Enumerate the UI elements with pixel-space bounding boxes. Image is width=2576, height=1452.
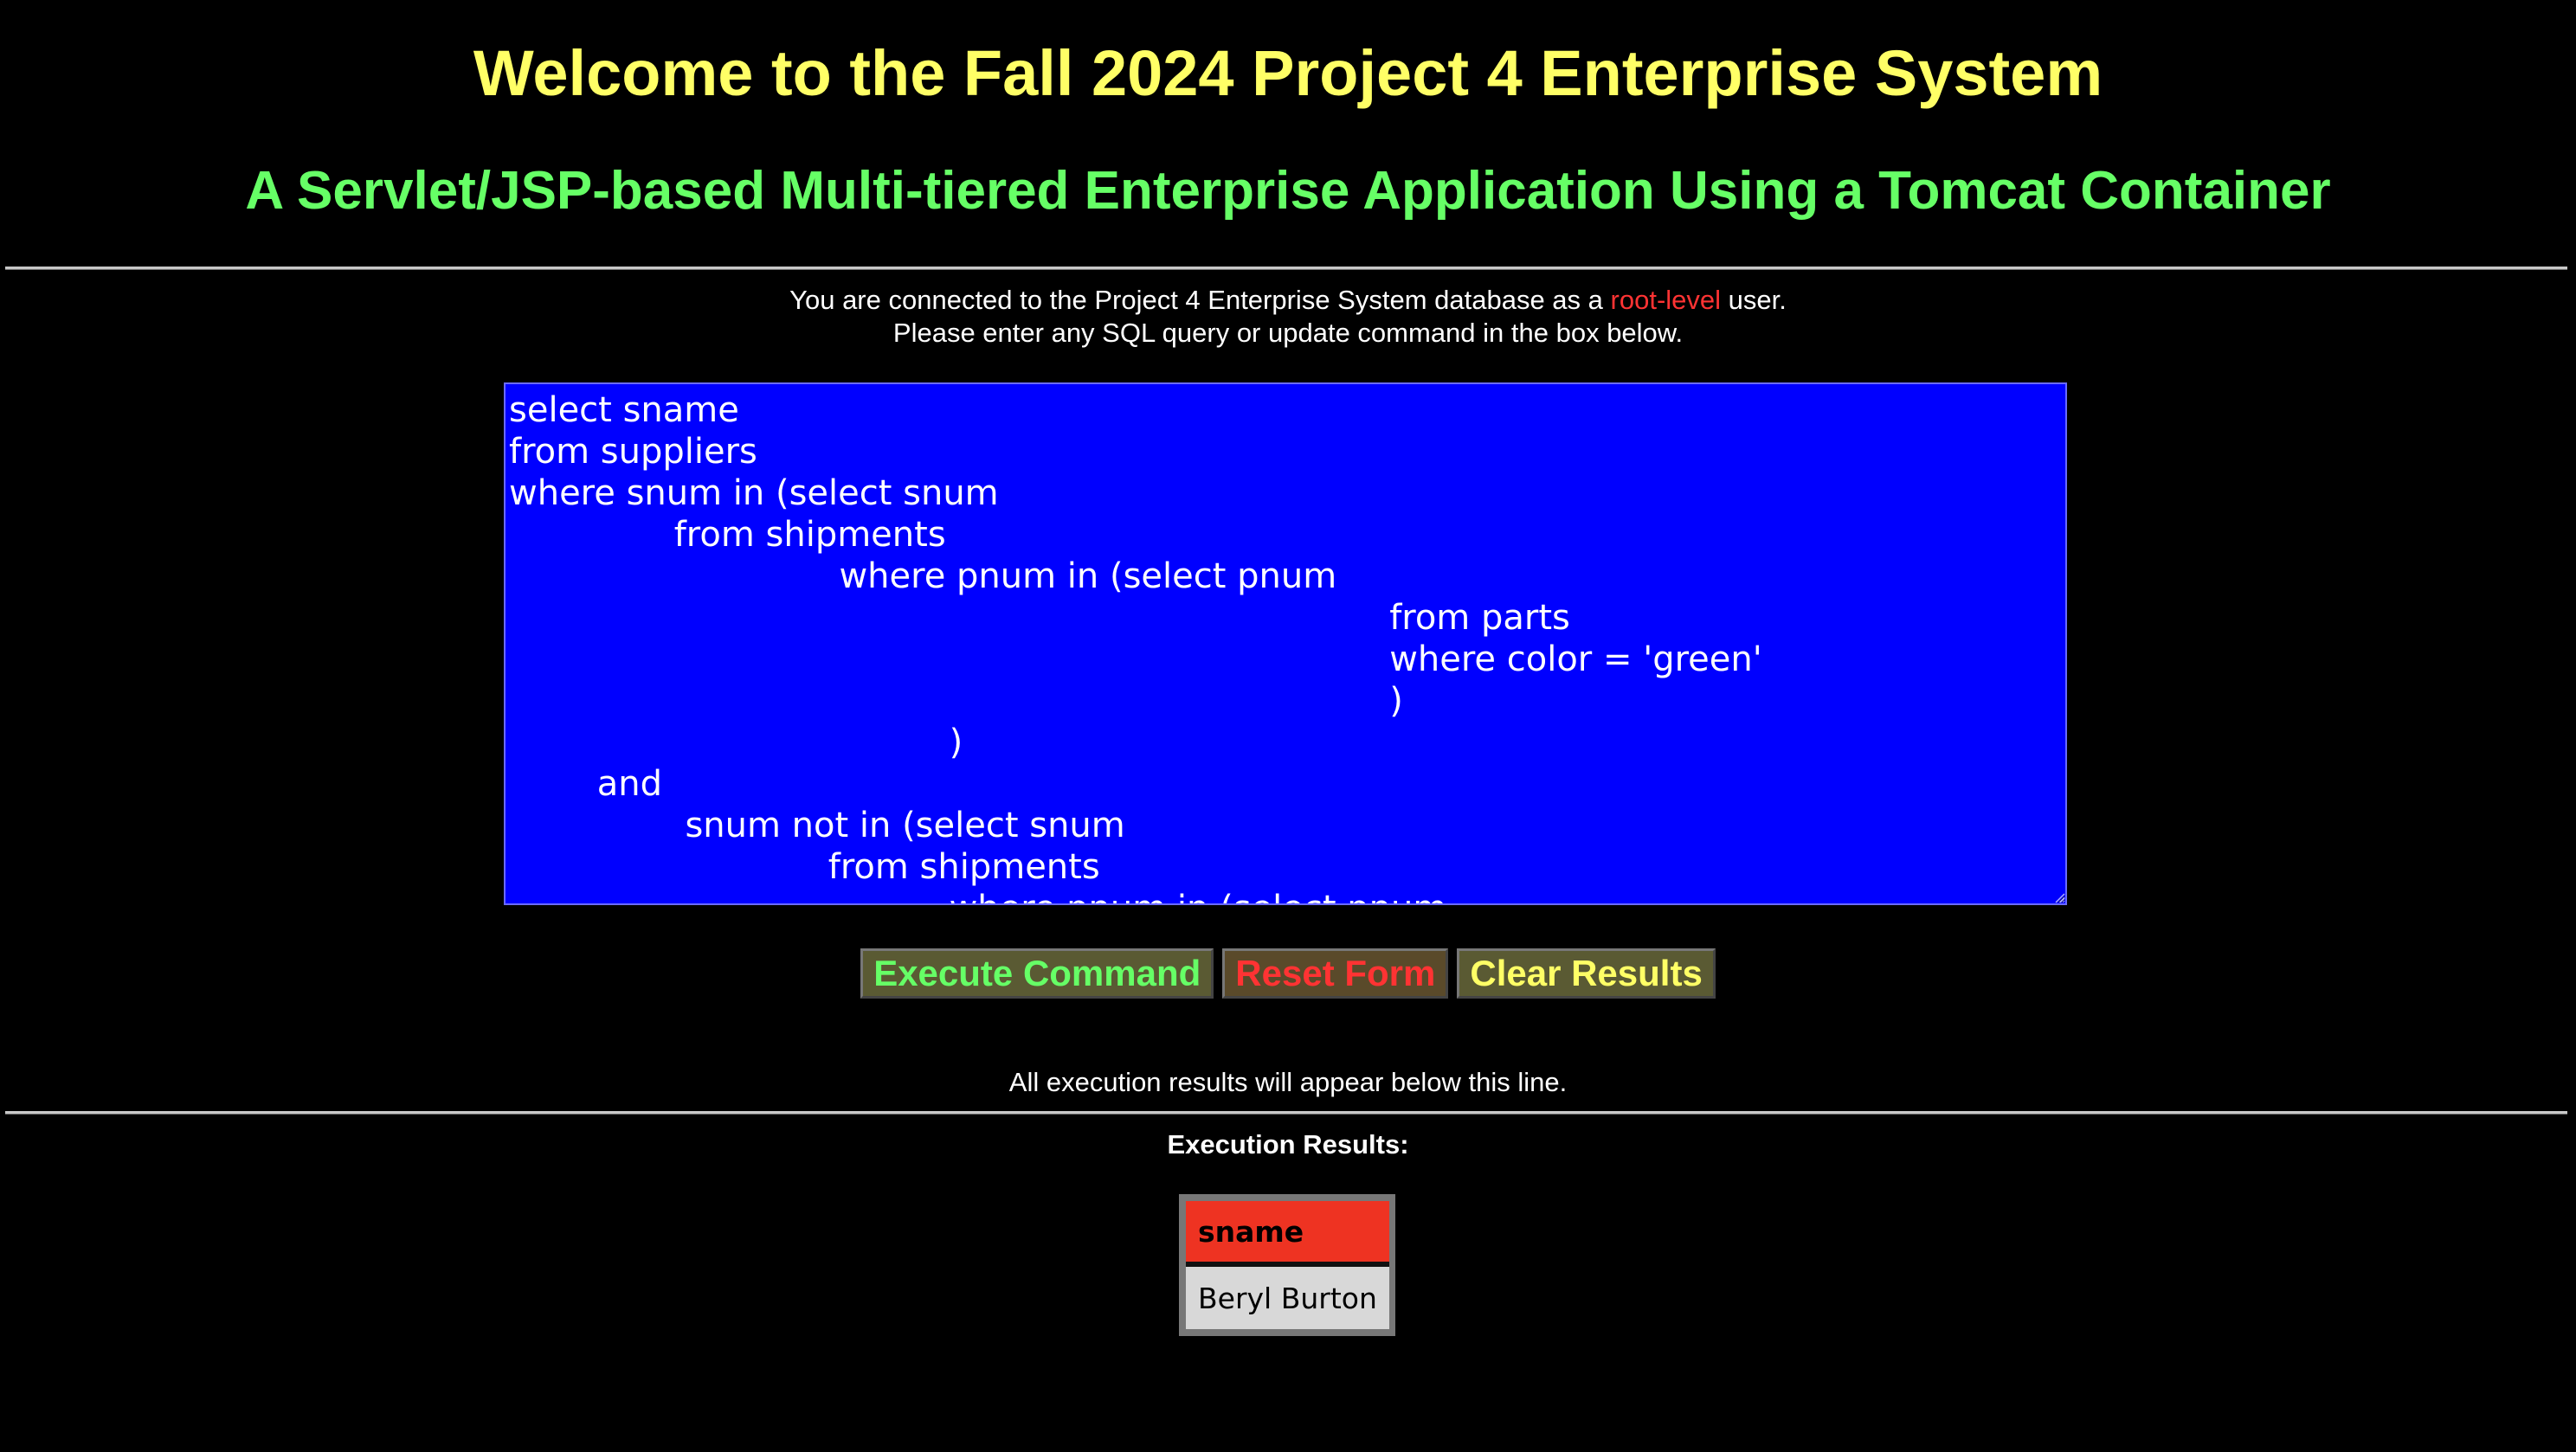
results-table-frame: sname Beryl Burton bbox=[1179, 1194, 1395, 1336]
connection-info: You are connected to the Project 4 Enter… bbox=[0, 284, 2576, 350]
results-table: sname Beryl Burton bbox=[1186, 1201, 1389, 1329]
results-label: Execution Results: bbox=[1167, 1129, 1409, 1160]
top-divider bbox=[5, 267, 2567, 270]
connection-prefix: You are connected to the Project 4 Enter… bbox=[789, 285, 1611, 315]
column-header-sname: sname bbox=[1186, 1201, 1389, 1267]
reset-form-button[interactable]: Reset Form bbox=[1222, 948, 1449, 999]
instruction-line: Please enter any SQL query or update com… bbox=[892, 318, 1684, 348]
connection-line: You are connected to the Project 4 Enter… bbox=[0, 284, 2576, 317]
table-row: Beryl Burton bbox=[1186, 1264, 1389, 1329]
user-level: root-level bbox=[1610, 285, 1722, 315]
button-bar: Execute Command Reset Form Clear Results bbox=[0, 948, 2576, 999]
execute-command-button[interactable]: Execute Command bbox=[860, 948, 1214, 999]
page-title: Welcome to the Fall 2024 Project 4 Enter… bbox=[473, 37, 2103, 109]
results-notice: All execution results will appear below … bbox=[1008, 1067, 1568, 1097]
clear-results-button[interactable]: Clear Results bbox=[1457, 948, 1716, 999]
page-subtitle: A Servlet/JSP-based Multi-tiered Enterpr… bbox=[245, 161, 2331, 221]
results-divider bbox=[5, 1111, 2567, 1115]
connection-suffix: user. bbox=[1721, 285, 1787, 315]
results-header-row: sname bbox=[1186, 1201, 1389, 1267]
sql-query-input[interactable] bbox=[504, 382, 2067, 905]
table-cell: Beryl Burton bbox=[1186, 1264, 1389, 1329]
